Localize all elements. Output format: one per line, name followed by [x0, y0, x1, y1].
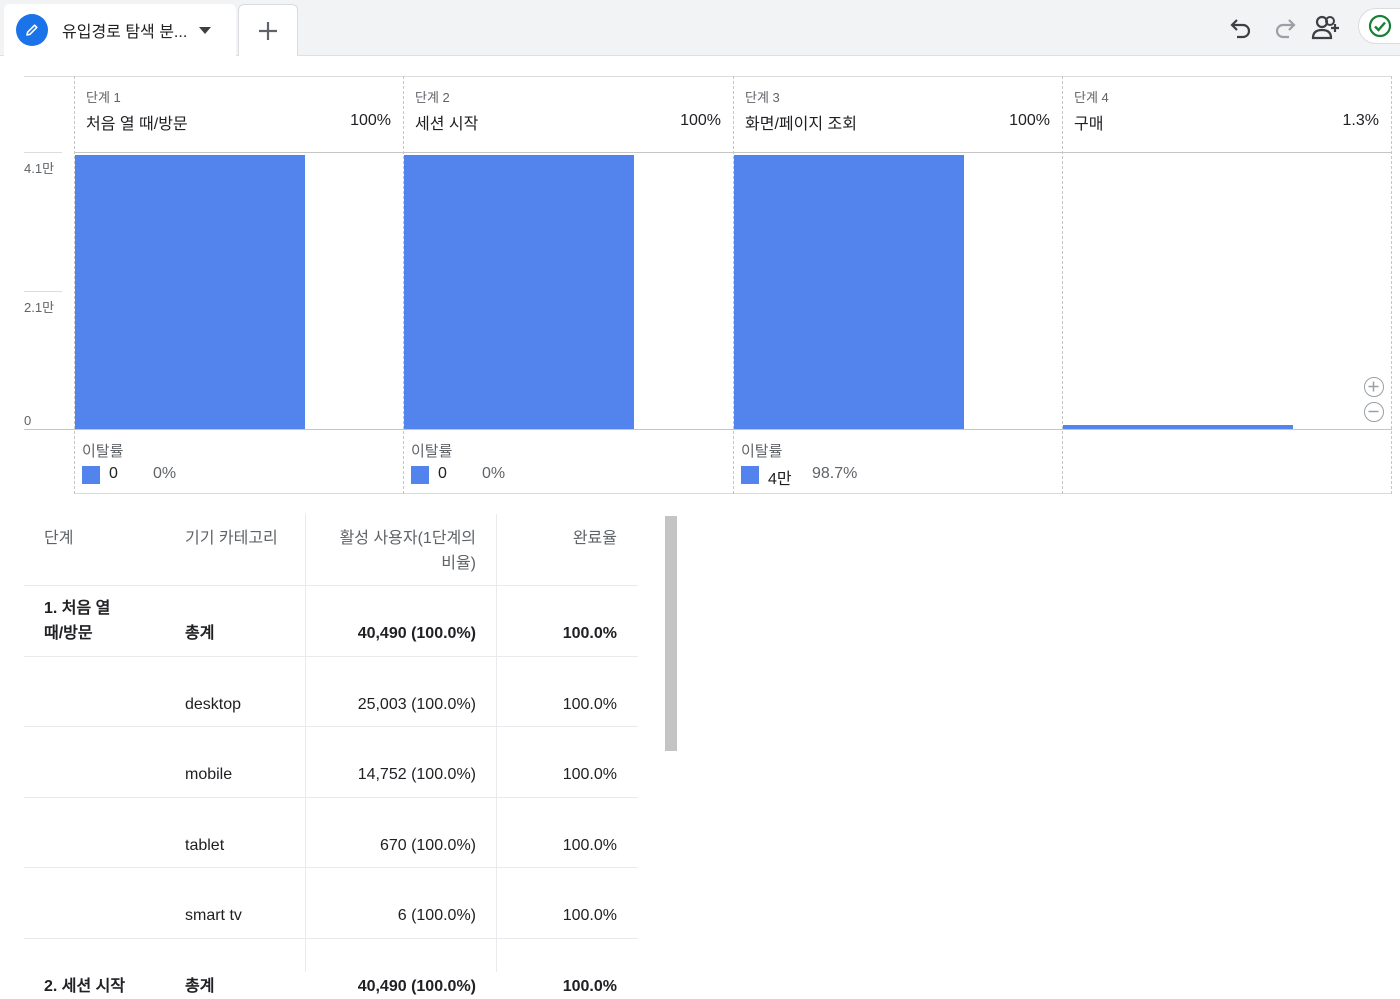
- dropoff-label: 이탈률: [741, 443, 783, 460]
- completion-rate-cell: 100.0%: [562, 907, 617, 924]
- row-divider: [24, 656, 638, 657]
- scrollbar[interactable]: [665, 516, 677, 751]
- grid-line: [24, 291, 62, 292]
- row-divider: [24, 585, 638, 586]
- redo-icon: [1275, 19, 1296, 39]
- active-users-cell: 6 (100.0%): [397, 907, 476, 924]
- active-users-cell: 40,490 (100.0%): [357, 978, 476, 995]
- active-users-cell: 670 (100.0%): [379, 837, 476, 854]
- completion-rate-cell: 100.0%: [562, 978, 617, 995]
- column-header-active-users[interactable]: 활성 사용자(1단계의 비율): [306, 526, 476, 576]
- tab-title: 유입경로 탐색 분...: [62, 24, 188, 41]
- undo-button[interactable]: [1224, 10, 1258, 44]
- dropoff-swatch: [741, 466, 759, 484]
- column-header-device[interactable]: 기기 카테고리: [185, 526, 278, 551]
- zoom-out-button[interactable]: [1364, 402, 1384, 422]
- plus-icon: [1368, 381, 1379, 392]
- x-axis-line: [24, 429, 1392, 430]
- funnel-chart: 4.1만 2.1만 0 단계 1 처음 열 때/방문 100% 단계 2 세션 …: [0, 56, 1400, 506]
- dropoff-label: 이탈률: [411, 443, 453, 460]
- column-header-step[interactable]: 단계: [44, 526, 73, 551]
- funnel-bar[interactable]: [75, 155, 305, 429]
- column-divider: [496, 514, 497, 972]
- step-name: 구매: [1074, 116, 1104, 133]
- header-line: 활성 사용자(1단계의: [339, 530, 476, 547]
- step-percentage: 100%: [1009, 112, 1050, 129]
- undo-icon: [1230, 19, 1251, 39]
- row-divider: [24, 797, 638, 798]
- save-status-button[interactable]: [1358, 8, 1400, 44]
- step-number: 단계 4: [1074, 90, 1109, 105]
- exploration-tab[interactable]: 유입경로 탐색 분...: [4, 4, 236, 56]
- dropoff-3[interactable]: 이탈률 4만 98.7%: [733, 440, 1062, 494]
- step-name: 화면/페이지 조회: [745, 116, 857, 133]
- top-bar: 유입경로 탐색 분...: [0, 0, 1400, 56]
- step-cell: 1. 처음 열: [44, 600, 111, 617]
- dropoff-swatch: [82, 466, 100, 484]
- zoom-in-button[interactable]: [1364, 377, 1384, 397]
- minus-icon: [1368, 410, 1379, 413]
- row-divider: [24, 938, 638, 939]
- y-tick-label: 2.1만: [24, 300, 55, 315]
- funnel-bar[interactable]: [404, 155, 634, 429]
- dropoff-swatch: [411, 466, 429, 484]
- add-person-icon: [1311, 15, 1339, 40]
- active-users-cell: 25,003 (100.0%): [357, 696, 476, 713]
- step-number: 단계 1: [86, 90, 121, 105]
- pencil-icon[interactable]: [16, 14, 48, 46]
- step-number: 단계 2: [415, 90, 450, 105]
- device-cell: smart tv: [185, 907, 242, 924]
- step-name: 처음 열 때/방문: [86, 116, 188, 133]
- column-header-completion-rate[interactable]: 완료율: [498, 526, 617, 551]
- completion-rate-cell: 100.0%: [562, 837, 617, 854]
- device-cell: tablet: [185, 837, 225, 854]
- step-header-4[interactable]: 단계 4 구매 1.3%: [1062, 76, 1391, 152]
- share-button[interactable]: [1310, 10, 1344, 44]
- completion-rate-cell: 100.0%: [562, 766, 617, 783]
- add-tab-button[interactable]: [238, 4, 298, 56]
- step-cell: 2. 세션 시작: [44, 978, 126, 995]
- active-users-cell: 40,490 (100.0%): [357, 625, 476, 642]
- row-divider: [24, 867, 638, 868]
- active-users-cell: 14,752 (100.0%): [357, 766, 476, 783]
- dropoff-label: 이탈률: [82, 443, 124, 460]
- dropoff-percentage: 0%: [153, 465, 177, 482]
- redo-button[interactable]: [1268, 10, 1302, 44]
- dropoff-percentage: 98.7%: [812, 465, 858, 482]
- dropoff-2[interactable]: 이탈률 0 0%: [403, 440, 733, 494]
- header-line: 비율): [441, 555, 476, 572]
- y-tick-label: 4.1만: [24, 161, 55, 176]
- chevron-down-icon[interactable]: [199, 26, 212, 34]
- funnel-bar[interactable]: [734, 155, 964, 429]
- dropoff-count: 4만: [768, 471, 792, 488]
- dropoff-percentage: 0%: [482, 465, 506, 482]
- device-cell: 총계: [185, 978, 215, 995]
- step-cell: 때/방문: [44, 625, 93, 642]
- device-cell: desktop: [185, 696, 242, 713]
- device-cell: 총계: [185, 625, 215, 642]
- step-percentage: 100%: [680, 112, 721, 129]
- dropoff-1[interactable]: 이탈률 0 0%: [74, 440, 403, 494]
- y-tick-label: 0: [24, 413, 32, 428]
- funnel-bar[interactable]: [1063, 425, 1293, 429]
- step-percentage: 100%: [350, 112, 391, 129]
- completion-rate-cell: 100.0%: [562, 625, 617, 642]
- step-separator: [1391, 76, 1392, 494]
- step-header-3[interactable]: 단계 3 화면/페이지 조회 100%: [733, 76, 1062, 152]
- completion-rate-cell: 100.0%: [562, 696, 617, 713]
- check-circle-icon: [1368, 14, 1392, 38]
- device-cell: mobile: [185, 766, 233, 783]
- step-name: 세션 시작: [415, 116, 479, 133]
- step-number: 단계 3: [745, 90, 780, 105]
- dropoff-count: 0: [109, 465, 118, 482]
- dropoff-count: 0: [438, 465, 447, 482]
- plus-icon: [259, 21, 277, 40]
- row-divider: [24, 726, 638, 727]
- grid-line: [24, 152, 62, 153]
- step-percentage: 1.3%: [1342, 112, 1379, 129]
- step-header-1[interactable]: 단계 1 처음 열 때/방문 100%: [74, 76, 403, 152]
- step-header-2[interactable]: 단계 2 세션 시작 100%: [403, 76, 733, 152]
